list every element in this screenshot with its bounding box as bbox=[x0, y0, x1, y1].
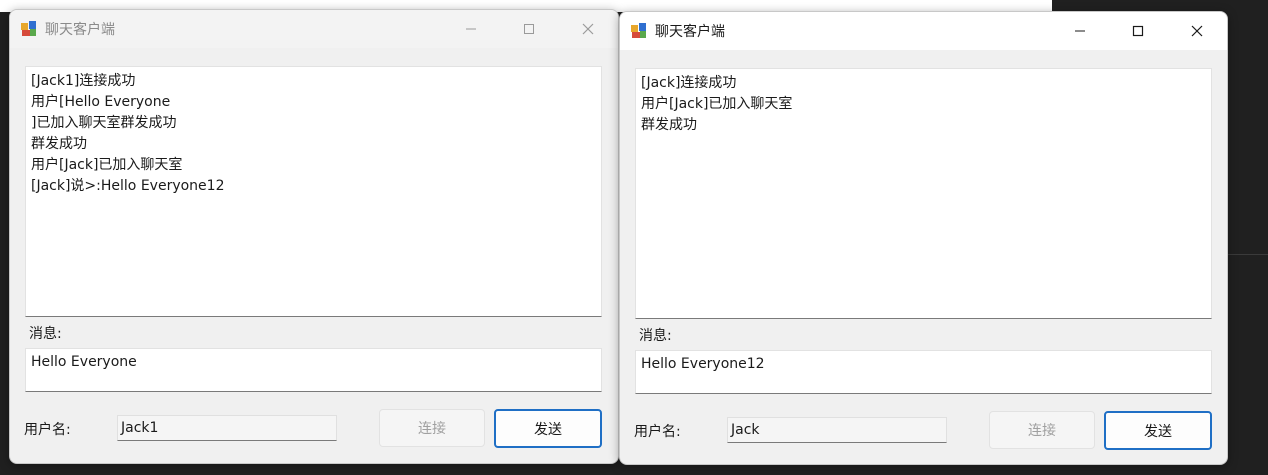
close-button[interactable] bbox=[559, 10, 617, 48]
chat-log[interactable]: [Jack]连接成功 用户[Jack]已加入聊天室 群发成功 bbox=[635, 68, 1212, 319]
maximize-button[interactable] bbox=[500, 10, 558, 48]
minimize-icon bbox=[1075, 30, 1085, 32]
title-bar[interactable]: 聊天客户端 bbox=[10, 10, 618, 48]
chat-line: [Jack]说>:Hello Everyone12 bbox=[31, 178, 225, 194]
connect-button[interactable]: 连接 bbox=[379, 409, 485, 447]
connect-button[interactable]: 连接 bbox=[989, 411, 1095, 449]
maximize-icon bbox=[1132, 25, 1144, 37]
message-label: 消息: bbox=[639, 328, 672, 344]
close-icon bbox=[582, 23, 594, 35]
minimize-icon bbox=[466, 28, 476, 30]
maximize-icon bbox=[524, 24, 534, 34]
chat-line: [Jack]连接成功 bbox=[641, 75, 737, 91]
message-input[interactable]: Hello Everyone bbox=[25, 348, 602, 392]
message-input[interactable]: Hello Everyone12 bbox=[635, 350, 1212, 394]
chat-line: 用户[Jack]已加入聊天室 bbox=[641, 96, 793, 112]
window-title: 聊天客户端 bbox=[655, 24, 725, 40]
send-button[interactable]: 发送 bbox=[1104, 411, 1212, 450]
chat-line: 用户[Jack]已加入聊天室 bbox=[31, 157, 183, 173]
username-label: 用户名: bbox=[24, 422, 71, 438]
chat-line: 群发成功 bbox=[31, 136, 87, 152]
username-input[interactable]: Jack bbox=[727, 417, 947, 443]
minimize-button[interactable] bbox=[442, 10, 500, 48]
app-icon bbox=[21, 21, 36, 36]
username-label: 用户名: bbox=[634, 424, 681, 440]
message-label: 消息: bbox=[29, 326, 62, 342]
chat-line: ]已加入聊天室群发成功 bbox=[31, 115, 177, 131]
close-icon bbox=[1191, 25, 1203, 37]
chat-log[interactable]: [Jack1]连接成功 用户[Hello Everyone ]已加入聊天室群发成… bbox=[25, 66, 602, 317]
minimize-button[interactable] bbox=[1051, 12, 1109, 50]
background-divider bbox=[1228, 254, 1268, 255]
maximize-button[interactable] bbox=[1109, 12, 1167, 50]
username-input[interactable]: Jack1 bbox=[117, 415, 337, 441]
chat-client-window-1[interactable]: 聊天客户端 [Jack1]连接成功 用户[Hello Everyone ]已加入… bbox=[9, 9, 619, 464]
chat-line: 用户[Hello Everyone bbox=[31, 94, 171, 110]
window-title: 聊天客户端 bbox=[45, 22, 115, 38]
close-button[interactable] bbox=[1168, 12, 1226, 50]
title-bar[interactable]: 聊天客户端 bbox=[620, 12, 1227, 50]
send-button[interactable]: 发送 bbox=[494, 409, 602, 448]
chat-line: 群发成功 bbox=[641, 117, 697, 133]
app-icon bbox=[631, 23, 646, 38]
chat-client-window-2[interactable]: 聊天客户端 [Jack]连接成功 用户[Jack]已加入聊天室 群发成功 消息:… bbox=[619, 11, 1228, 465]
chat-line: [Jack1]连接成功 bbox=[31, 73, 136, 89]
